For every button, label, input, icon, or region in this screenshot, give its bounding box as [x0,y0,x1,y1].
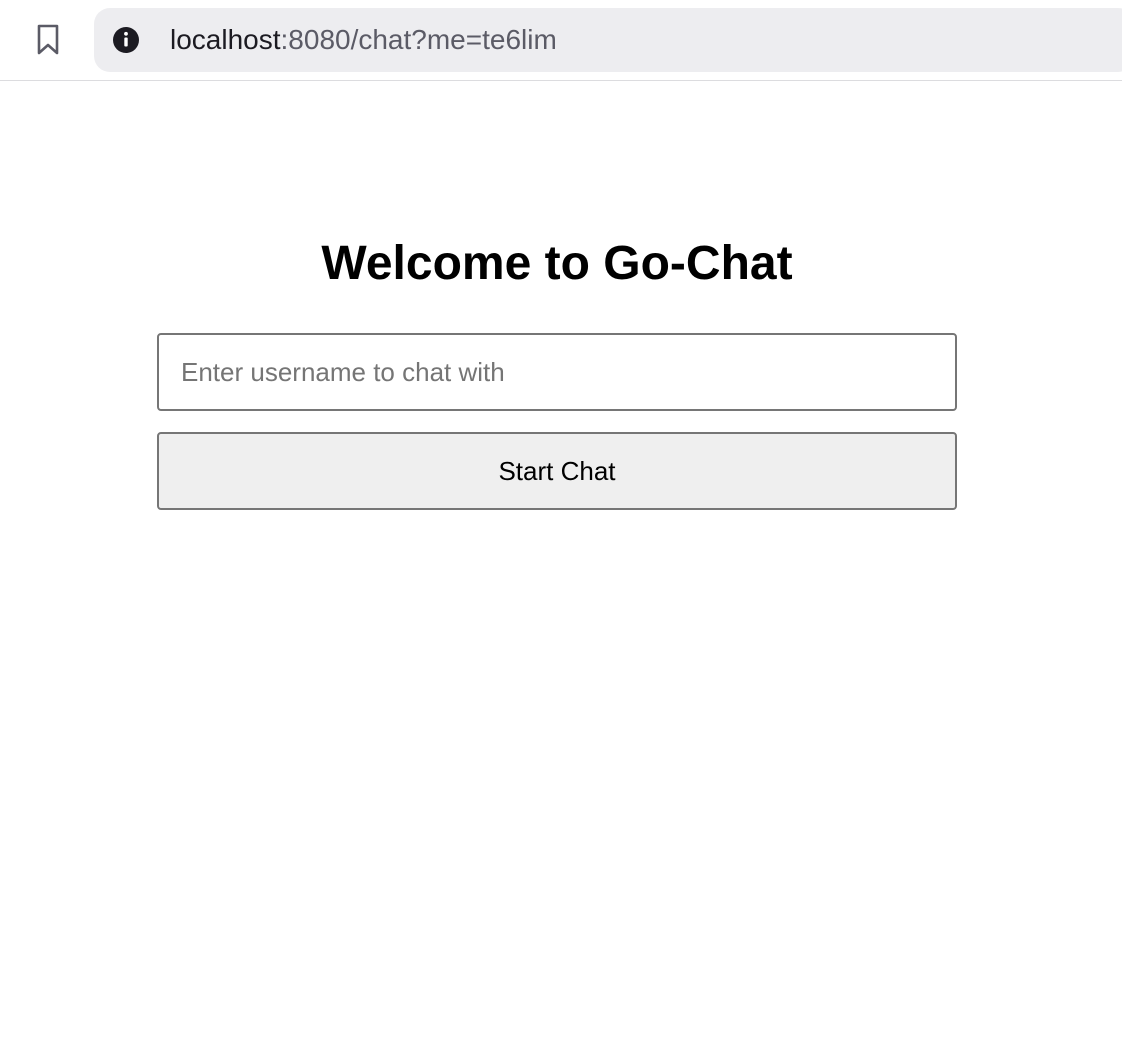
page-content: Welcome to Go-Chat Start Chat [0,82,1122,1058]
url-path: :8080/chat?me=te6lim [280,24,557,55]
info-icon[interactable] [112,26,140,54]
page-title: Welcome to Go-Chat [321,237,793,290]
bookmark-button[interactable] [30,20,66,60]
username-input[interactable] [157,333,957,411]
url-host: localhost [170,24,281,55]
address-bar[interactable]: localhost:8080/chat?me=te6lim [94,8,1122,72]
bookmark-icon [37,24,59,55]
browser-toolbar: localhost:8080/chat?me=te6lim [0,0,1122,81]
url-text[interactable]: localhost:8080/chat?me=te6lim [170,8,557,72]
start-chat-button[interactable]: Start Chat [157,432,957,510]
